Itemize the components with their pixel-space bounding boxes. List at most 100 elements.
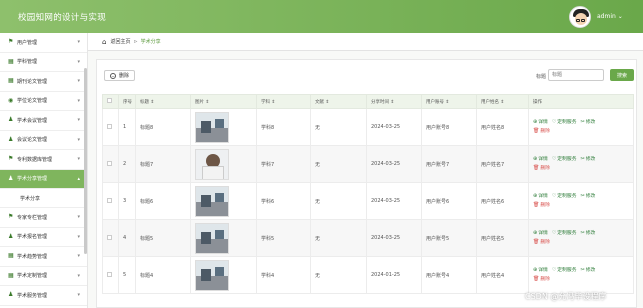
search-icon: ⊕ (533, 156, 538, 162)
sidebar-item-customization[interactable]: ▦ 学术定制管理 ▾ (0, 267, 87, 286)
detail-button[interactable]: ⊕详情 (533, 267, 548, 273)
cell-account: 用户账号5 (421, 219, 477, 257)
row-checkbox[interactable] (102, 219, 119, 257)
chevron-down-icon: ▾ (77, 214, 80, 221)
chevron-down-icon: ▾ (77, 136, 80, 143)
cell-actions: ⊕详情 ♡定制服务 ✂修改 🗑删除 (528, 256, 634, 294)
user-menu[interactable]: admin ⌄ (597, 13, 623, 20)
edit-button[interactable]: ✂修改 (581, 119, 596, 125)
edit-icon: ✂ (580, 193, 585, 199)
table-row: 3 标题6 学科6 无 2024-03-25 用户账号6 用户姓名6 ⊕详情 ♡定… (102, 182, 634, 220)
row-checkbox[interactable] (102, 145, 119, 183)
column-header[interactable]: 标题 ⇕ (135, 94, 191, 109)
main-content: ⌂ 返回主页 ⊳ 学术分享 −删除 标题 搜索 序号 标题 ⇕ 图片 ⇕ 学科 … (88, 33, 643, 308)
cell-title: 标题5 (135, 219, 191, 257)
user-icon: ♟ (8, 135, 14, 143)
chevron-up-icon: ▴ (77, 175, 80, 182)
cell-doc: 无 (310, 256, 367, 294)
custom-service-button[interactable]: ♡定制服务 (551, 267, 577, 273)
share-table: 序号 标题 ⇕ 图片 ⇕ 学科 ⇕ 文献 ⇕ 分享时间 ⇕ 用户账号 ⇕ 用户姓… (102, 94, 634, 294)
heart-icon: ♡ (551, 230, 557, 236)
custom-service-button[interactable]: ♡定制服务 (552, 119, 577, 125)
edit-button[interactable]: ✂修改 (580, 193, 596, 199)
delete-button[interactable]: 🗑删除 (533, 239, 550, 245)
edit-icon: ✂ (580, 230, 585, 236)
custom-service-button[interactable]: ♡定制服务 (552, 156, 577, 162)
edit-icon: ✂ (580, 156, 585, 162)
edit-button[interactable]: ✂修改 (580, 156, 596, 162)
delete-button[interactable]: 🗑删除 (533, 128, 550, 134)
custom-service-button[interactable]: ♡定制服务 (551, 230, 577, 236)
username-label: admin (597, 13, 616, 20)
sidebar-item-services[interactable]: ♟ 学术服务管理 ▾ (0, 286, 87, 306)
column-header[interactable]: 学科 ⇕ (256, 94, 311, 109)
sidebar-item-journal-papers[interactable]: ▦ 期刊论文管理 ▾ (0, 72, 87, 92)
breadcrumb-home[interactable]: 返回主页 (110, 38, 130, 45)
chevron-down-icon: ⌄ (617, 13, 623, 20)
column-header[interactable]: 分享时间 ⇕ (366, 94, 422, 109)
select-all-checkbox[interactable] (102, 94, 119, 109)
delete-button[interactable]: 🗑删除 (533, 202, 550, 208)
sidebar-item-label: 学科管理 (17, 59, 38, 66)
sidebar-item-theses[interactable]: ◉ 学位论文管理 ▾ (0, 92, 87, 111)
sidebar-item-trends[interactable]: ▦ 学术趋势管理 ▾ (0, 247, 87, 267)
sidebar-item-label: 期刊论文管理 (17, 78, 48, 85)
sidebar-item-expert-column[interactable]: ⚑ 专家专栏管理 ▾ (0, 208, 87, 228)
cell-name: 用户姓名6 (476, 182, 529, 220)
row-checkbox[interactable] (102, 182, 119, 220)
delete-button[interactable]: 🗑删除 (533, 276, 550, 282)
location-icon: ◉ (8, 96, 14, 104)
cell-title: 标题6 (135, 182, 191, 220)
sidebar-item-label: 学术报名管理 (17, 234, 48, 241)
column-header[interactable]: 用户姓名 ⇕ (476, 94, 529, 109)
column-header[interactable]: 用户账号 ⇕ (421, 94, 477, 109)
sidebar-subitem-academic-share[interactable]: 学术分享 (0, 189, 87, 208)
trash-icon: 🗑 (533, 128, 540, 134)
detail-button[interactable]: ⊕详情 (533, 193, 548, 199)
detail-button[interactable]: ⊕详情 (533, 119, 548, 125)
column-header[interactable]: 图片 ⇕ (190, 94, 257, 109)
app-title: 校园知网的设计与实现 (18, 13, 107, 23)
bulk-delete-label: 删除 (119, 73, 130, 79)
lab-photo (195, 185, 229, 217)
search-input[interactable] (548, 69, 604, 81)
delete-button[interactable]: 🗑删除 (533, 165, 550, 171)
cell-name: 用户姓名8 (476, 108, 529, 146)
user-avatar[interactable] (569, 6, 591, 28)
delete-icon: − (110, 72, 116, 79)
sidebar-item-conferences[interactable]: ♟ 学术会议管理 ▾ (0, 111, 87, 131)
home-icon[interactable]: ⌂ (102, 38, 106, 46)
sidebar-item-registration[interactable]: ♟ 学术报名管理 ▾ (0, 228, 87, 247)
sidebar-item-subjects[interactable]: ▦ 学科管理 ▾ (0, 53, 87, 72)
cell-name: 用户姓名5 (476, 219, 529, 257)
sidebar-item-label: 学术会议管理 (17, 117, 48, 124)
sidebar-item-label: 学术服务管理 (17, 292, 48, 299)
chevron-down-icon: ▾ (77, 233, 80, 240)
cell-time: 2024-03-25 (366, 182, 422, 220)
edit-button[interactable]: ✂修改 (580, 230, 596, 236)
row-checkbox[interactable] (102, 108, 119, 146)
sidebar-item-label: 用户管理 (17, 39, 38, 46)
cell-index: 5 (118, 256, 136, 294)
search-button[interactable]: 搜索 (610, 69, 634, 81)
sidebar-item-label: 学位论文管理 (17, 98, 48, 105)
custom-service-button[interactable]: ♡定制服务 (552, 193, 577, 199)
edit-button[interactable]: ✂修改 (581, 267, 596, 273)
sidebar-item-conference-papers[interactable]: ♟ 会议论文管理 ▾ (0, 131, 87, 150)
cell-account: 用户账号4 (421, 256, 477, 294)
sidebar-item-label: 学术定制管理 (17, 273, 48, 280)
sidebar-item-label: 专利数据库管理 (17, 156, 53, 163)
sidebar-item-users[interactable]: ⚑ 用户管理 ▾ (0, 33, 87, 53)
sidebar-item-academic-share[interactable]: ♟ 学术分享管理 ▴ (0, 169, 87, 189)
heart-icon: ♡ (551, 267, 557, 273)
top-bar: 校园知网的设计与实现 admin ⌄ (0, 0, 643, 33)
detail-button[interactable]: ⊕详情 (533, 156, 548, 162)
detail-button[interactable]: ⊕详情 (533, 230, 548, 236)
sidebar-scrollbar[interactable] (84, 68, 87, 254)
search-icon: ⊕ (533, 230, 538, 236)
row-checkbox[interactable] (102, 256, 119, 294)
bulk-delete-button[interactable]: − 删除 (104, 70, 136, 81)
column-header[interactable]: 文献 ⇕ (310, 94, 367, 109)
sidebar-item-patents[interactable]: ⚑ 专利数据库管理 ▾ (0, 150, 87, 170)
column-header: 操作 (528, 94, 634, 109)
